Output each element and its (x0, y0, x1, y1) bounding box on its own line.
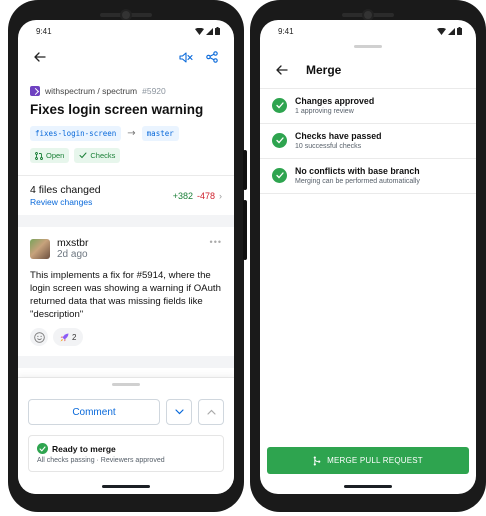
pr-number: #5920 (142, 86, 166, 96)
power-button (243, 150, 247, 190)
left-phone-frame: 9:41 withspectrum / spectrum #5920 Fixes… (8, 0, 247, 512)
requirement-subtitle: Merging can be performed automatically (295, 178, 420, 185)
requirement-title: Changes approved (295, 96, 375, 106)
status-badges: Open Checks (18, 141, 234, 163)
ready-to-merge-subtitle: All checks passing · Reviewers approved (37, 457, 165, 464)
list-item: Changes approved 1 approving review (260, 89, 476, 124)
battery-icon (215, 27, 220, 35)
merge-pull-request-button[interactable]: MERGE PULL REQUEST (267, 447, 469, 474)
check-circle-icon (272, 168, 287, 183)
open-badge: Open (30, 148, 70, 163)
repo-owner-name: withspectrum / spectrum (45, 86, 138, 96)
right-phone-frame: 9:41 Merge Changes approved 1 approving (250, 0, 486, 512)
author-name: mxstbr (57, 237, 89, 249)
wifi-icon (437, 27, 446, 35)
reaction-count: 2 (72, 332, 77, 342)
signal-icon (448, 27, 455, 35)
comment-author[interactable]: mxstbr 2d ago (30, 237, 89, 260)
smiley-icon (33, 331, 45, 343)
wifi-icon (195, 27, 204, 35)
app-bar-actions (176, 47, 222, 67)
comment-body: This implements a fix for #5914, where t… (30, 270, 221, 320)
arrow-right-icon: → (127, 128, 136, 139)
ready-to-merge-card[interactable]: Ready to merge All checks passing · Revi… (28, 435, 224, 472)
list-item: No conflicts with base branch Merging ca… (260, 159, 476, 194)
avatar[interactable] (30, 238, 50, 259)
repo-logo-icon (30, 86, 40, 96)
list-item: Checks have passed 10 successful checks (260, 124, 476, 159)
share-button[interactable] (202, 47, 222, 67)
additions-count: +382 (172, 190, 193, 201)
pr-detail-screen: 9:41 withspectrum / spectrum #5920 Fixes… (18, 20, 234, 494)
review-changes-link[interactable]: Review changes (30, 197, 101, 207)
bottom-sheet: Comment Ready to merge All checks passin… (18, 377, 234, 494)
branch-info: fixes-login-screen → master (18, 117, 234, 141)
checks-badge-label: Checks (90, 151, 116, 160)
app-bar (18, 42, 234, 72)
chevron-right-icon: › (219, 190, 222, 201)
repo-breadcrumb[interactable]: withspectrum / spectrum #5920 (18, 72, 234, 96)
back-button[interactable] (272, 60, 292, 80)
files-changed-title: 4 files changed (30, 184, 101, 196)
collapse-button[interactable] (198, 399, 224, 425)
more-options-icon[interactable]: ••• (210, 237, 222, 247)
pr-title: Fixes login screen warning (30, 102, 204, 117)
volume-button (243, 200, 247, 260)
mute-icon (179, 51, 193, 63)
battery-icon (457, 27, 462, 35)
gesture-bar[interactable] (102, 485, 150, 488)
merge-requirements-list: Changes approved 1 approving review Chec… (260, 88, 476, 194)
checks-badge[interactable]: Checks (74, 148, 121, 163)
requirement-title: Checks have passed (295, 131, 382, 141)
merge-screen: 9:41 Merge Changes approved 1 approving (260, 20, 476, 494)
files-changed-row[interactable]: 4 files changed Review changes +382 -478… (18, 175, 234, 221)
signal-icon (206, 27, 213, 35)
comment-actions: Comment (18, 386, 234, 425)
check-circle-icon (37, 443, 48, 454)
head-branch[interactable]: fixes-login-screen (30, 126, 122, 141)
merge-button-label: MERGE PULL REQUEST (327, 456, 423, 465)
ready-to-merge-label: Ready to merge (52, 443, 116, 454)
pull-request-icon (35, 151, 43, 160)
check-circle-icon (272, 98, 287, 113)
base-branch[interactable]: master (141, 126, 179, 141)
expand-button[interactable] (166, 399, 192, 425)
gesture-bar[interactable] (344, 485, 392, 488)
merge-app-bar: Merge (260, 48, 476, 88)
mute-button[interactable] (176, 47, 196, 67)
comment-button[interactable]: Comment (28, 399, 160, 425)
status-icons (437, 27, 462, 35)
requirement-subtitle: 1 approving review (295, 108, 354, 115)
page-title: Merge (306, 63, 342, 77)
share-icon (206, 51, 218, 63)
status-icons (195, 27, 220, 35)
comment-card: mxstbr 2d ago ••• This implements a fix … (18, 221, 234, 356)
arrow-left-icon (276, 65, 288, 75)
requirement-title: No conflicts with base branch (295, 166, 420, 176)
deletions-count: -478 (196, 190, 215, 201)
check-circle-icon (272, 133, 287, 148)
merge-icon (313, 456, 321, 465)
diff-stats: +382 -478 › (173, 191, 222, 201)
back-button[interactable] (30, 47, 50, 67)
chevron-down-icon (174, 409, 184, 415)
ready-to-merge-title: Ready to merge (37, 443, 215, 454)
arrow-left-icon (34, 52, 46, 62)
section-divider (18, 356, 234, 368)
open-badge-label: Open (46, 151, 65, 160)
rocket-reaction[interactable]: 2 (53, 328, 84, 346)
requirement-subtitle: 10 successful checks (295, 143, 362, 150)
chevron-up-icon (206, 409, 216, 415)
rocket-icon (60, 333, 69, 341)
add-reaction-button[interactable] (30, 328, 48, 346)
status-time: 9:41 (36, 26, 52, 36)
reactions-row: 2 (30, 328, 222, 356)
status-time: 9:41 (278, 26, 294, 36)
comment-header: mxstbr 2d ago ••• (30, 237, 222, 260)
status-bar: 9:41 (260, 20, 476, 42)
check-icon (79, 152, 87, 159)
comment-time: 2d ago (57, 249, 88, 260)
status-bar: 9:41 (18, 20, 234, 42)
